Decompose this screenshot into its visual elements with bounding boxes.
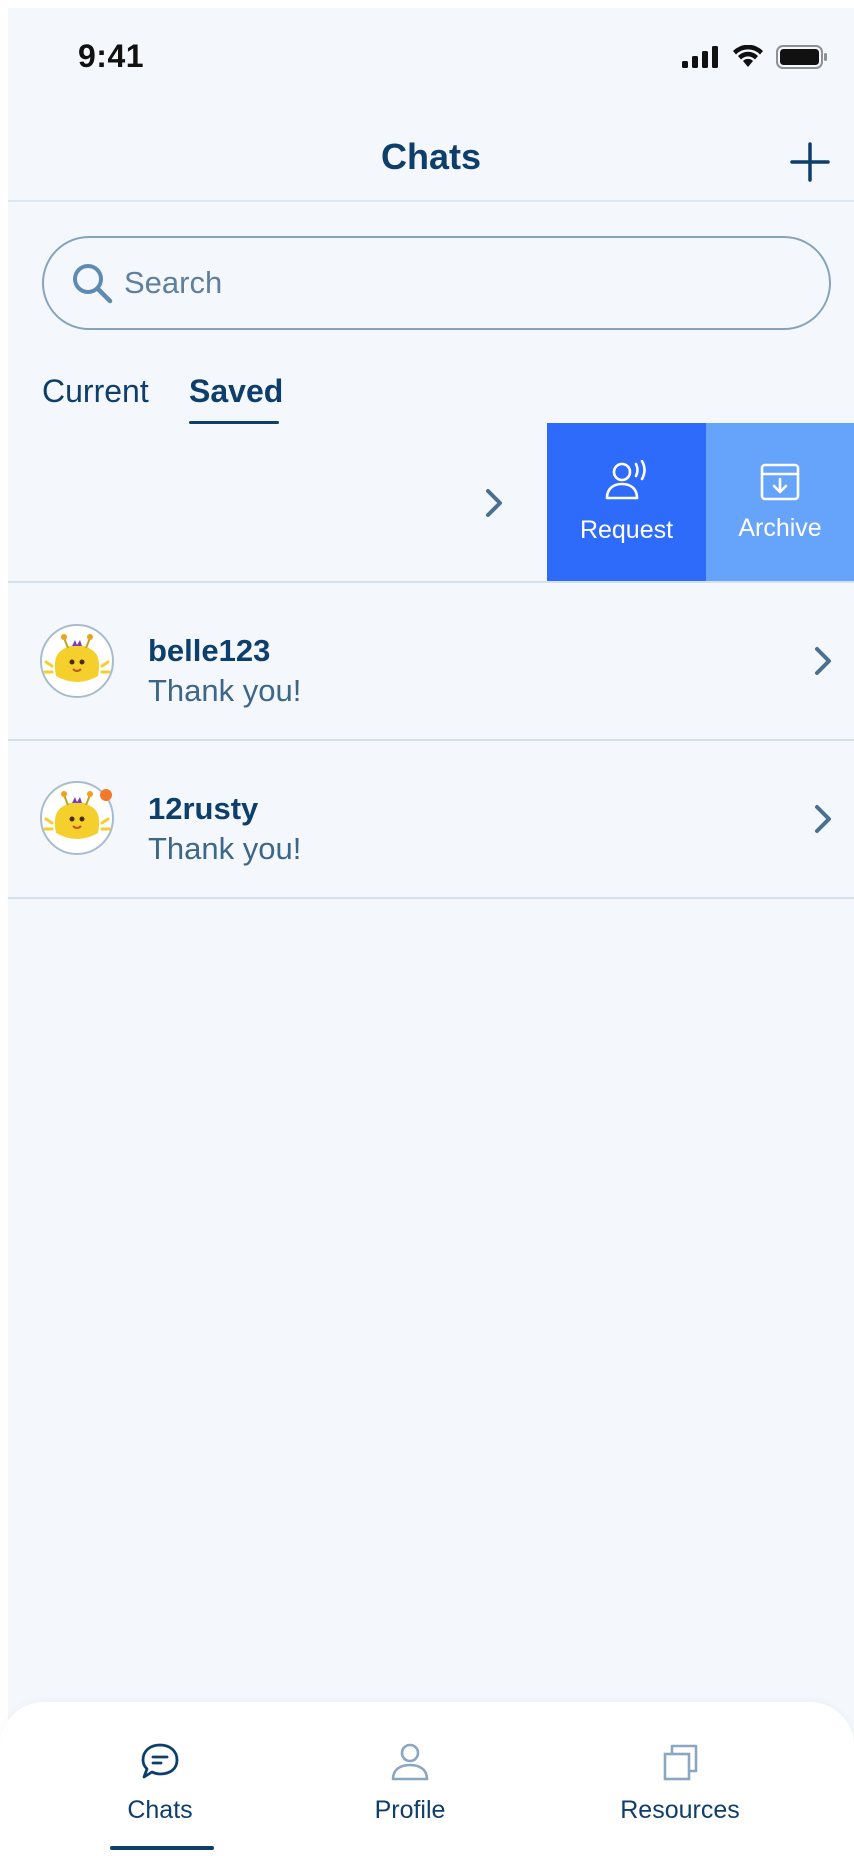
chevron-right-icon (486, 489, 502, 517)
nav-chats[interactable]: Chats (115, 1742, 205, 1825)
monster-avatar-icon (43, 634, 111, 682)
search-placeholder: Search (124, 265, 223, 300)
nav-chats-label: Chats (127, 1796, 193, 1824)
swiped-chat-row[interactable]: Request Archive (8, 423, 854, 581)
avatar (40, 781, 114, 855)
chat-row-belle123[interactable]: belle123 Thank you! (8, 583, 854, 739)
chat-last-message: Thank you! (148, 831, 302, 866)
chat-last-message: Thank you! (148, 673, 302, 708)
nav-profile[interactable]: Profile (360, 1742, 460, 1825)
unread-dot (100, 789, 112, 801)
status-time: 9:41 (78, 38, 145, 74)
archive-box-icon (760, 463, 800, 500)
chevron-right-icon (815, 647, 831, 675)
signal-icon (682, 46, 718, 68)
search-input[interactable]: Search (42, 236, 831, 330)
status-icons (682, 45, 828, 69)
tab-saved[interactable]: Saved (189, 373, 283, 410)
page-title: Chats (380, 136, 482, 177)
active-nav-indicator (110, 1846, 214, 1850)
header-divider (8, 200, 854, 202)
chat-username: belle123 (148, 633, 271, 668)
row-divider (8, 897, 854, 899)
avatar (40, 624, 114, 698)
chat-bubble-icon (141, 1743, 179, 1779)
chat-username: 12rusty (148, 791, 259, 826)
tab-current[interactable]: Current (42, 373, 149, 410)
nav-resources[interactable]: Resources (600, 1742, 760, 1825)
archive-label: Archive (738, 513, 822, 542)
search-icon (73, 264, 113, 304)
new-chat-button[interactable] (786, 138, 834, 186)
nav-resources-label: Resources (620, 1796, 740, 1824)
request-button[interactable]: Request (547, 423, 706, 581)
nav-profile-label: Profile (374, 1796, 446, 1824)
battery-icon (776, 45, 827, 69)
wifi-icon (733, 45, 763, 67)
archive-button[interactable]: Archive (706, 423, 854, 581)
bottom-nav: Chats Profile Resources (0, 1702, 854, 1856)
person-icon (391, 1743, 429, 1781)
copy-pages-icon (663, 1744, 698, 1781)
plus-icon (790, 142, 830, 182)
request-label: Request (579, 515, 674, 544)
chat-row-12rusty[interactable]: 12rusty Thank you! (8, 741, 854, 897)
request-voice-icon (605, 459, 646, 499)
chevron-right-icon (815, 805, 831, 833)
chats-screen: 9:41 Chats Search Current Saved Request … (8, 8, 854, 1856)
